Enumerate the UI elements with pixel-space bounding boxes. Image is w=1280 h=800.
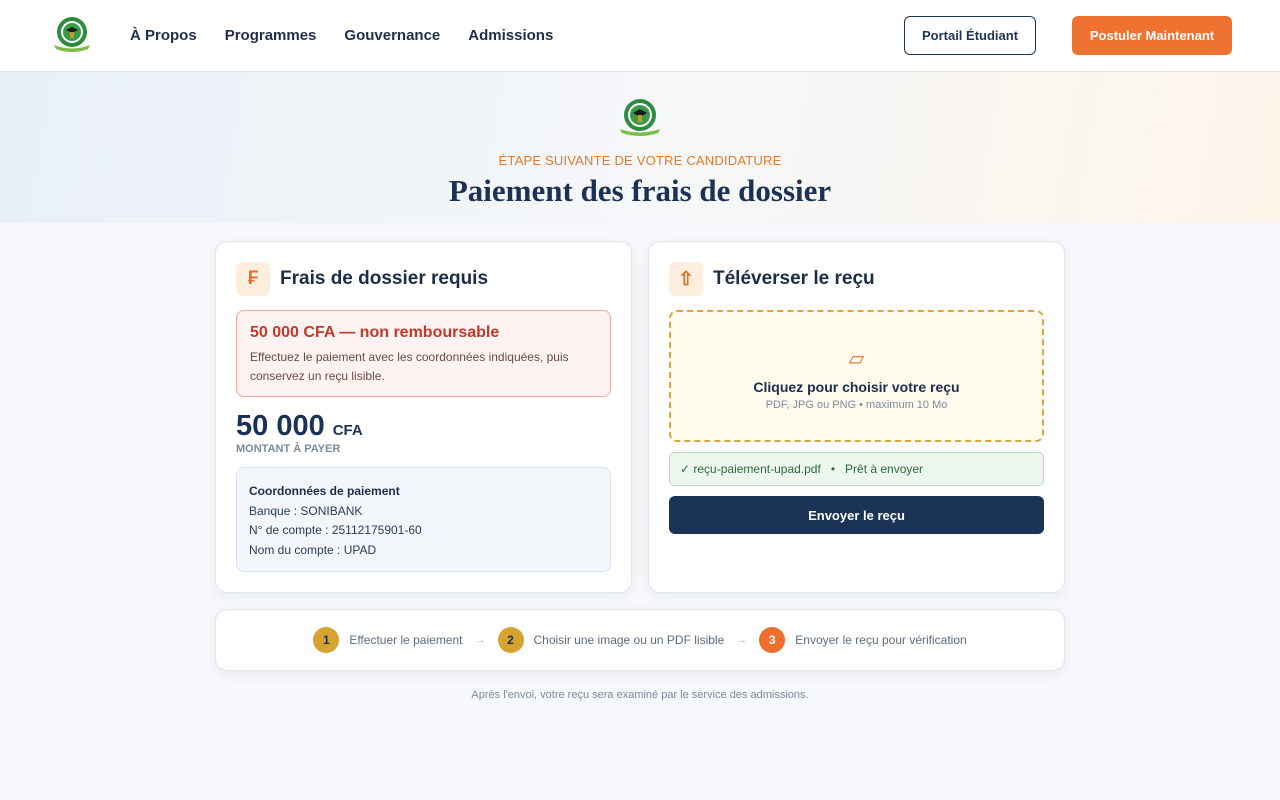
franc-icon: ₣ [236, 262, 270, 296]
fee-alert: 50 000 CFA — non remboursable Effectuez … [236, 310, 611, 397]
step-1: 1 Effectuer le paiement [313, 627, 463, 653]
step-3: 3 Envoyer le reçu pour vérification [759, 627, 967, 653]
hero-logo [616, 96, 664, 138]
nav-programs[interactable]: Programmes [225, 27, 317, 44]
fee-alert-text: Effectuez le paiement avec les coordonné… [250, 350, 569, 383]
arrow-right-icon: → [736, 634, 748, 646]
top-navbar: À Propos Programmes Gouvernance Admissio… [0, 0, 1280, 72]
university-logo[interactable] [50, 14, 94, 54]
step-3-label: Envoyer le reçu pour vérification [795, 633, 967, 647]
receipt-dropzone[interactable]: ▱ Cliquez pour choisir votre reçu PDF, J… [669, 310, 1044, 442]
step-2: 2 Choisir une image ou un PDF lisible [497, 627, 725, 653]
hero-section: ÉTAPE SUIVANTE DE VOTRE CANDIDATURE Paie… [0, 72, 1280, 223]
step-1-number: 1 [313, 627, 340, 653]
step-3-number: 3 [759, 627, 786, 653]
amount-value: 50 000 [236, 410, 325, 442]
payment-bank: Banque : SONIBANK [249, 503, 363, 518]
payment-details-title: Coordonnées de paiement [249, 484, 400, 498]
step-2-label: Choisir une image ou un PDF lisible [533, 633, 725, 647]
page-title: Paiement des frais de dossier [448, 173, 832, 208]
fee-alert-title: 50 000 CFA — non remboursable [250, 324, 500, 341]
main-nav: À Propos Programmes Gouvernance Admissio… [130, 27, 553, 44]
payment-account-name: Nom du compte : UPAD [249, 542, 377, 557]
hero-kicker: ÉTAPE SUIVANTE DE VOTRE CANDIDATURE [498, 153, 782, 168]
dropzone-title: Cliquez pour choisir votre reçu [753, 379, 960, 395]
step-1-label: Effectuer le paiement [349, 633, 463, 647]
nav-governance[interactable]: Gouvernance [344, 27, 440, 44]
send-receipt-button[interactable]: Envoyer le reçu [669, 496, 1044, 534]
student-portal-button[interactable]: Portail Étudiant [904, 16, 1036, 55]
selected-file-name: ✓ reçu-paiement-upad.pdf [680, 462, 821, 476]
amount-label: MONTANT À PAYER [236, 443, 341, 455]
apply-now-button[interactable]: Postuler Maintenant [1072, 16, 1232, 55]
file-icon: ▱ [848, 348, 865, 370]
payment-account-number: N° de compte : 25112175901-60 [249, 523, 422, 537]
upload-arrow-icon: ⇧ [669, 262, 703, 296]
amount-currency: CFA [332, 422, 363, 439]
steps-bar: 1 Effectuer le paiement → 2 Choisir une … [215, 609, 1065, 671]
step-2-number: 2 [497, 627, 524, 653]
upload-card: ⇧ Téléverser le reçu ▱ Cliquez pour choi… [648, 241, 1065, 593]
selected-file-ready: Prêt à envoyer [845, 462, 924, 476]
nav-admissions[interactable]: Admissions [468, 27, 553, 44]
fees-card: ₣ Frais de dossier requis 50 000 CFA — n… [215, 241, 632, 593]
fees-card-title: Frais de dossier requis [280, 268, 489, 289]
arrow-right-icon: → [474, 634, 486, 646]
upload-card-title: Téléverser le reçu [713, 268, 875, 289]
payment-details: Coordonnées de paiement Banque : SONIBAN… [236, 467, 611, 572]
nav-about[interactable]: À Propos [130, 27, 197, 44]
selected-file-status: ✓ reçu-paiement-upad.pdf • Prêt à envoye… [669, 452, 1044, 486]
status-separator: • [830, 462, 836, 476]
review-footnote: Après l'envoi, votre reçu sera examiné p… [471, 689, 809, 701]
amount-display: 50 000 CFA [236, 410, 363, 443]
upload-card-header: ⇧ Téléverser le reçu [669, 262, 875, 296]
dropzone-hint: PDF, JPG ou PNG • maximum 10 Mo [765, 399, 948, 411]
fees-card-header: ₣ Frais de dossier requis [236, 262, 488, 296]
